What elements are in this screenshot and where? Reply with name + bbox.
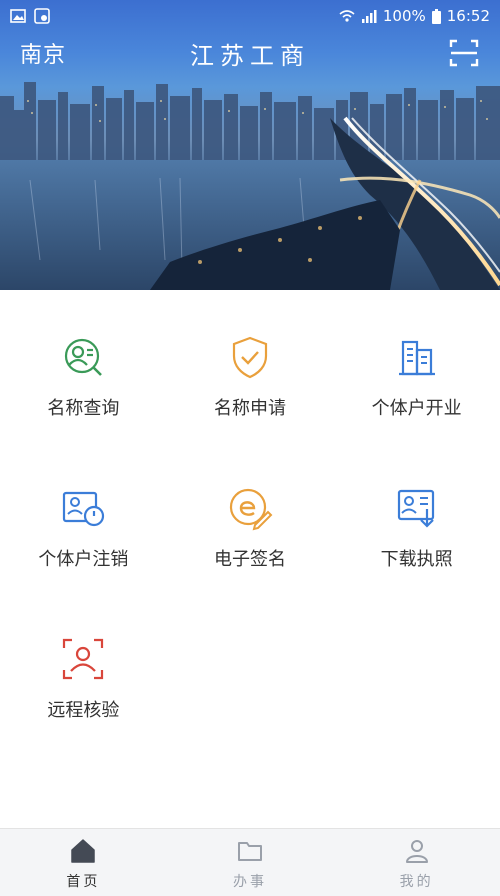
func-name-search[interactable]: 名称查询: [0, 290, 167, 441]
function-grid: 名称查询 名称申请 个体户开业 个体户注销 电子签名 下载执照 远程核验: [0, 290, 500, 743]
download-license-icon: [397, 489, 434, 528]
folder-icon: [238, 842, 262, 861]
hero-banner: 100% 16:52 南京 江苏工商: [0, 0, 500, 290]
func-name-apply[interactable]: 名称申请: [167, 290, 334, 441]
func-label: 名称申请: [213, 398, 286, 419]
scan-icon[interactable]: [448, 37, 480, 69]
func-label: 个体户注销: [38, 549, 129, 570]
tab-home-label: 首页: [66, 874, 101, 890]
name-search-icon: [65, 338, 103, 376]
tab-services[interactable]: 办事: [167, 829, 334, 896]
tab-home[interactable]: 首页: [0, 829, 167, 896]
tab-mine[interactable]: 我的: [333, 829, 500, 896]
status-bar: 100% 16:52: [0, 0, 500, 32]
signal-icon: [361, 10, 377, 23]
user-icon: [405, 840, 428, 863]
battery-percent: 100%: [382, 7, 426, 25]
e-sign-icon: [229, 488, 273, 531]
shield-check-icon: [232, 336, 268, 379]
tab-mine-label: 我的: [399, 874, 434, 890]
tab-services-label: 办事: [233, 874, 267, 890]
func-label: 远程核验: [47, 700, 120, 721]
wifi-icon: [339, 10, 355, 22]
func-label: 个体户开业: [371, 398, 462, 419]
home-icon: [71, 839, 96, 863]
app-title: 江苏工商: [190, 42, 310, 70]
func-open-business[interactable]: 个体户开业: [333, 290, 500, 441]
bottom-tab-bar: 首页 办事 我的: [0, 828, 500, 896]
clock: 16:52: [446, 7, 490, 25]
func-label: 下载执照: [380, 549, 453, 570]
app-notification-icon: [34, 8, 50, 24]
gallery-notification-icon: [10, 9, 26, 23]
face-verify-icon: [63, 638, 104, 680]
func-e-signature[interactable]: 电子签名: [167, 441, 334, 592]
func-label: 电子签名: [213, 549, 286, 570]
func-remote-verify[interactable]: 远程核验: [0, 592, 167, 743]
battery-icon: [431, 8, 441, 24]
func-download-license[interactable]: 下载执照: [333, 441, 500, 592]
city-selector[interactable]: 南京: [20, 37, 66, 69]
func-label: 名称查询: [47, 398, 120, 419]
deregister-icon: [63, 491, 105, 527]
top-header: 南京 江苏工商: [0, 34, 500, 72]
buildings-icon: [398, 340, 435, 376]
func-deregister[interactable]: 个体户注销: [0, 441, 167, 592]
